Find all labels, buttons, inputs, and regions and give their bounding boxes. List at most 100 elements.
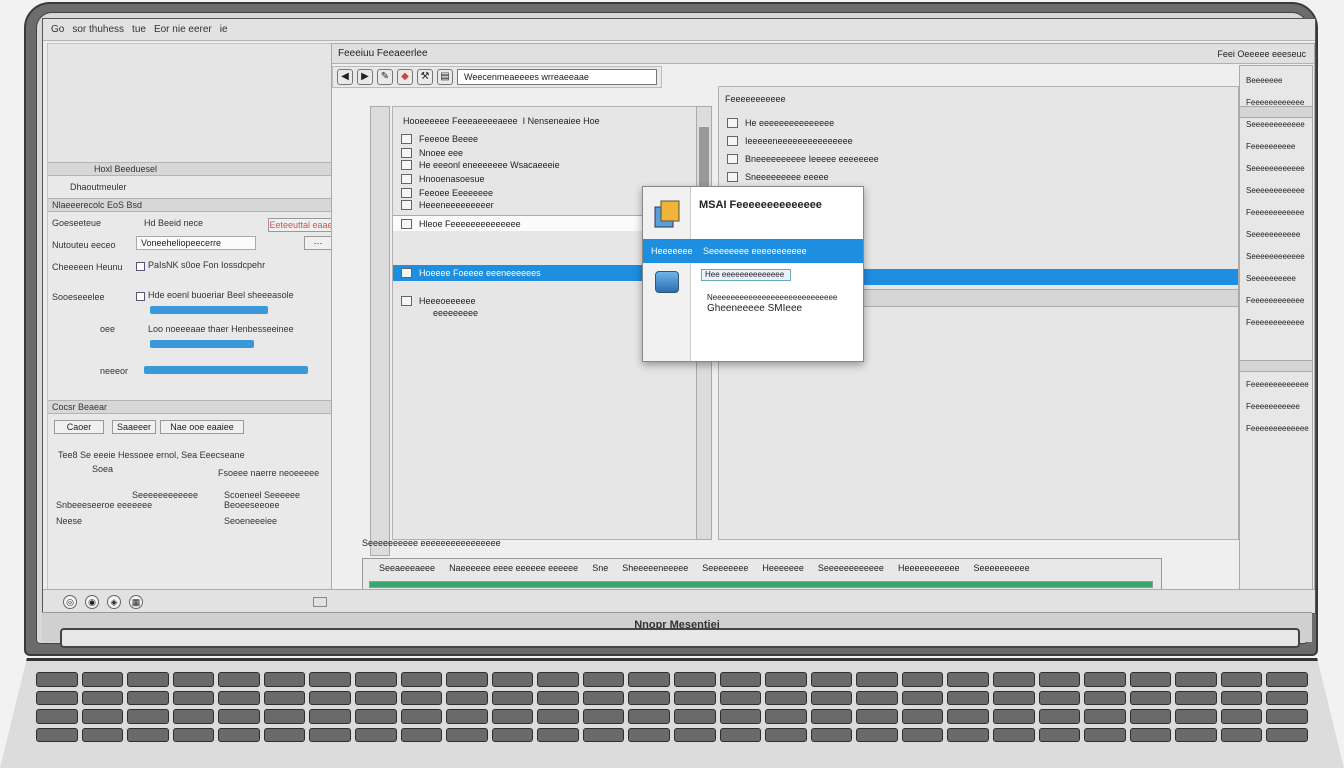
folder-icon[interactable]: ▤ (437, 69, 453, 85)
keyboard-key (537, 727, 579, 742)
keyboard-key (810, 727, 853, 742)
menu-item[interactable]: Go (51, 24, 64, 35)
text-field[interactable]: Voneeheliopeecerre (136, 236, 256, 250)
search-input[interactable]: Weecenmeaeeees wrreaeeaae (457, 69, 657, 85)
tools-icon[interactable]: ⚒ (417, 69, 433, 85)
tab[interactable]: Nae ooe eaaiee (160, 420, 244, 434)
keyboard-key (127, 709, 169, 724)
keyboard-key (355, 672, 397, 687)
dialog-message-emphasis: Gheeneeeee SMIeee (707, 303, 803, 314)
status-column: Seeeeeeeeee (973, 563, 1030, 573)
app-icon[interactable]: ◉ (85, 594, 99, 609)
tab[interactable]: Saaeeer (112, 420, 156, 434)
inspector-line: Feeeeeeeeeeeee (1246, 380, 1309, 389)
keyboard-key (263, 727, 306, 742)
status-column: Sheeeeeneeeee (622, 563, 689, 573)
footer-item: Soea (92, 464, 114, 474)
file-icon (727, 154, 738, 164)
keyboard-key (537, 672, 579, 687)
keyboard-key (36, 690, 78, 705)
row-label: Goeseeteue (52, 218, 102, 228)
slider-track[interactable] (150, 306, 268, 314)
keyboard-key (810, 690, 853, 705)
app-icon[interactable]: ◈ (107, 594, 121, 609)
tab[interactable]: Caoer (54, 420, 104, 434)
keyboard-key (947, 727, 989, 742)
tool-strip[interactable] (370, 106, 390, 556)
list-item[interactable]: Sneeeeeeeee eeeee (719, 169, 1253, 185)
slider-track[interactable] (150, 340, 254, 348)
status-column: Seeeeeeee (702, 563, 749, 573)
keyboard-key (1175, 690, 1217, 705)
footer-item: Neese (56, 516, 83, 526)
list-item[interactable]: Bneeeeeeeeee Ieeeee eeeeeeee (719, 151, 1253, 167)
keyboard-key (309, 727, 351, 742)
keyboard-key (309, 672, 351, 687)
keyboard-key (674, 709, 716, 724)
group-value[interactable]: Eeteeuttal eaae (268, 218, 334, 232)
status-bar: Seeaeeeaeee Naeeeeee eeee eeeeee eeeeee … (362, 558, 1162, 592)
list-item[interactable]: He eeeeeeeeeeeeeee (719, 115, 1253, 131)
back-icon[interactable]: ◀ (337, 69, 353, 85)
keyboard-key (1038, 672, 1081, 687)
edit-icon[interactable]: ✎ (377, 69, 393, 85)
keyboard-key (856, 727, 898, 742)
keyboard-key (1084, 709, 1126, 724)
keyboard-key (628, 709, 670, 724)
keyboard-key (719, 709, 762, 724)
keyboard-key (172, 690, 215, 705)
keyboard-key (1038, 690, 1081, 705)
footer-item: Seoeneeeiee (224, 516, 278, 526)
app-icon[interactable]: ◎ (63, 594, 77, 609)
file-icon (727, 136, 738, 146)
dialog-title: MSAI Feeeeeeeeeeeeee (699, 199, 822, 211)
menu-item[interactable]: tue (132, 24, 146, 35)
dialog-field[interactable]: Hee eeeeeeeeeeeeee (701, 269, 791, 281)
inspector-line: Beeeeeee (1246, 76, 1283, 85)
keyboard-key (1129, 672, 1172, 687)
keyboard-key (1266, 727, 1308, 742)
list-item[interactable]: Ieeeeeneeeeeeeeeeeeeee (719, 133, 1253, 149)
slider-track[interactable] (144, 366, 308, 374)
keyboard-key (1220, 709, 1263, 724)
tag-icon[interactable]: ◆ (397, 69, 413, 85)
tray-icon[interactable] (313, 596, 327, 607)
dock: ◎ ◉ ◈ ▦ (43, 589, 1315, 613)
menu-item[interactable]: ie (220, 24, 228, 35)
inspector-header (1240, 106, 1312, 118)
keyboard-key (218, 672, 260, 687)
keyboard-key (355, 727, 397, 742)
checkbox[interactable] (136, 262, 145, 271)
grid-icon[interactable]: ▦ (129, 594, 143, 609)
status-column: Heeeeeeeeeee (897, 563, 960, 573)
forward-icon[interactable]: ▶ (357, 69, 373, 85)
keyboard-key (856, 690, 898, 705)
keyboard-key (355, 690, 397, 705)
keyboard-key (719, 672, 762, 687)
keyboard-key (1220, 690, 1263, 705)
status-footer: Seeeeeeeeee eeeeeeeeeeeeeeee (362, 538, 501, 548)
file-icon (401, 219, 412, 229)
keyboard-key (491, 709, 534, 724)
dialog-selected-band[interactable]: Heeeeeee Seeeeeeee eeeeeeeeeee (643, 239, 863, 263)
inspector-line: Seeeeeeeeeeee (1246, 164, 1305, 173)
keyboard-key (810, 709, 853, 724)
preview-area (48, 44, 342, 164)
menu-item[interactable]: sor thuhess (72, 24, 124, 35)
inspector-line: Seeeeeeeeee (1246, 274, 1296, 283)
inspector-line: Feeeeeeeeeeee (1246, 208, 1305, 217)
browse-button[interactable]: ⋯ (304, 236, 332, 250)
keyboard-key (1266, 672, 1308, 687)
file-icon (401, 200, 412, 210)
keyboard-key (355, 709, 397, 724)
keyboard-key (218, 709, 260, 724)
keyboard-key (1220, 727, 1263, 742)
menu-item[interactable]: Eor nie eerer (154, 24, 212, 35)
keyboard-key (127, 690, 169, 705)
keyboard-key (1038, 727, 1081, 742)
keyboard-key (1084, 727, 1126, 742)
checkbox[interactable] (136, 292, 145, 301)
keyboard-key (491, 690, 534, 705)
group-title: Nlaeeerecolc EoS Bsd (52, 200, 143, 210)
keyboard-key (127, 672, 169, 687)
